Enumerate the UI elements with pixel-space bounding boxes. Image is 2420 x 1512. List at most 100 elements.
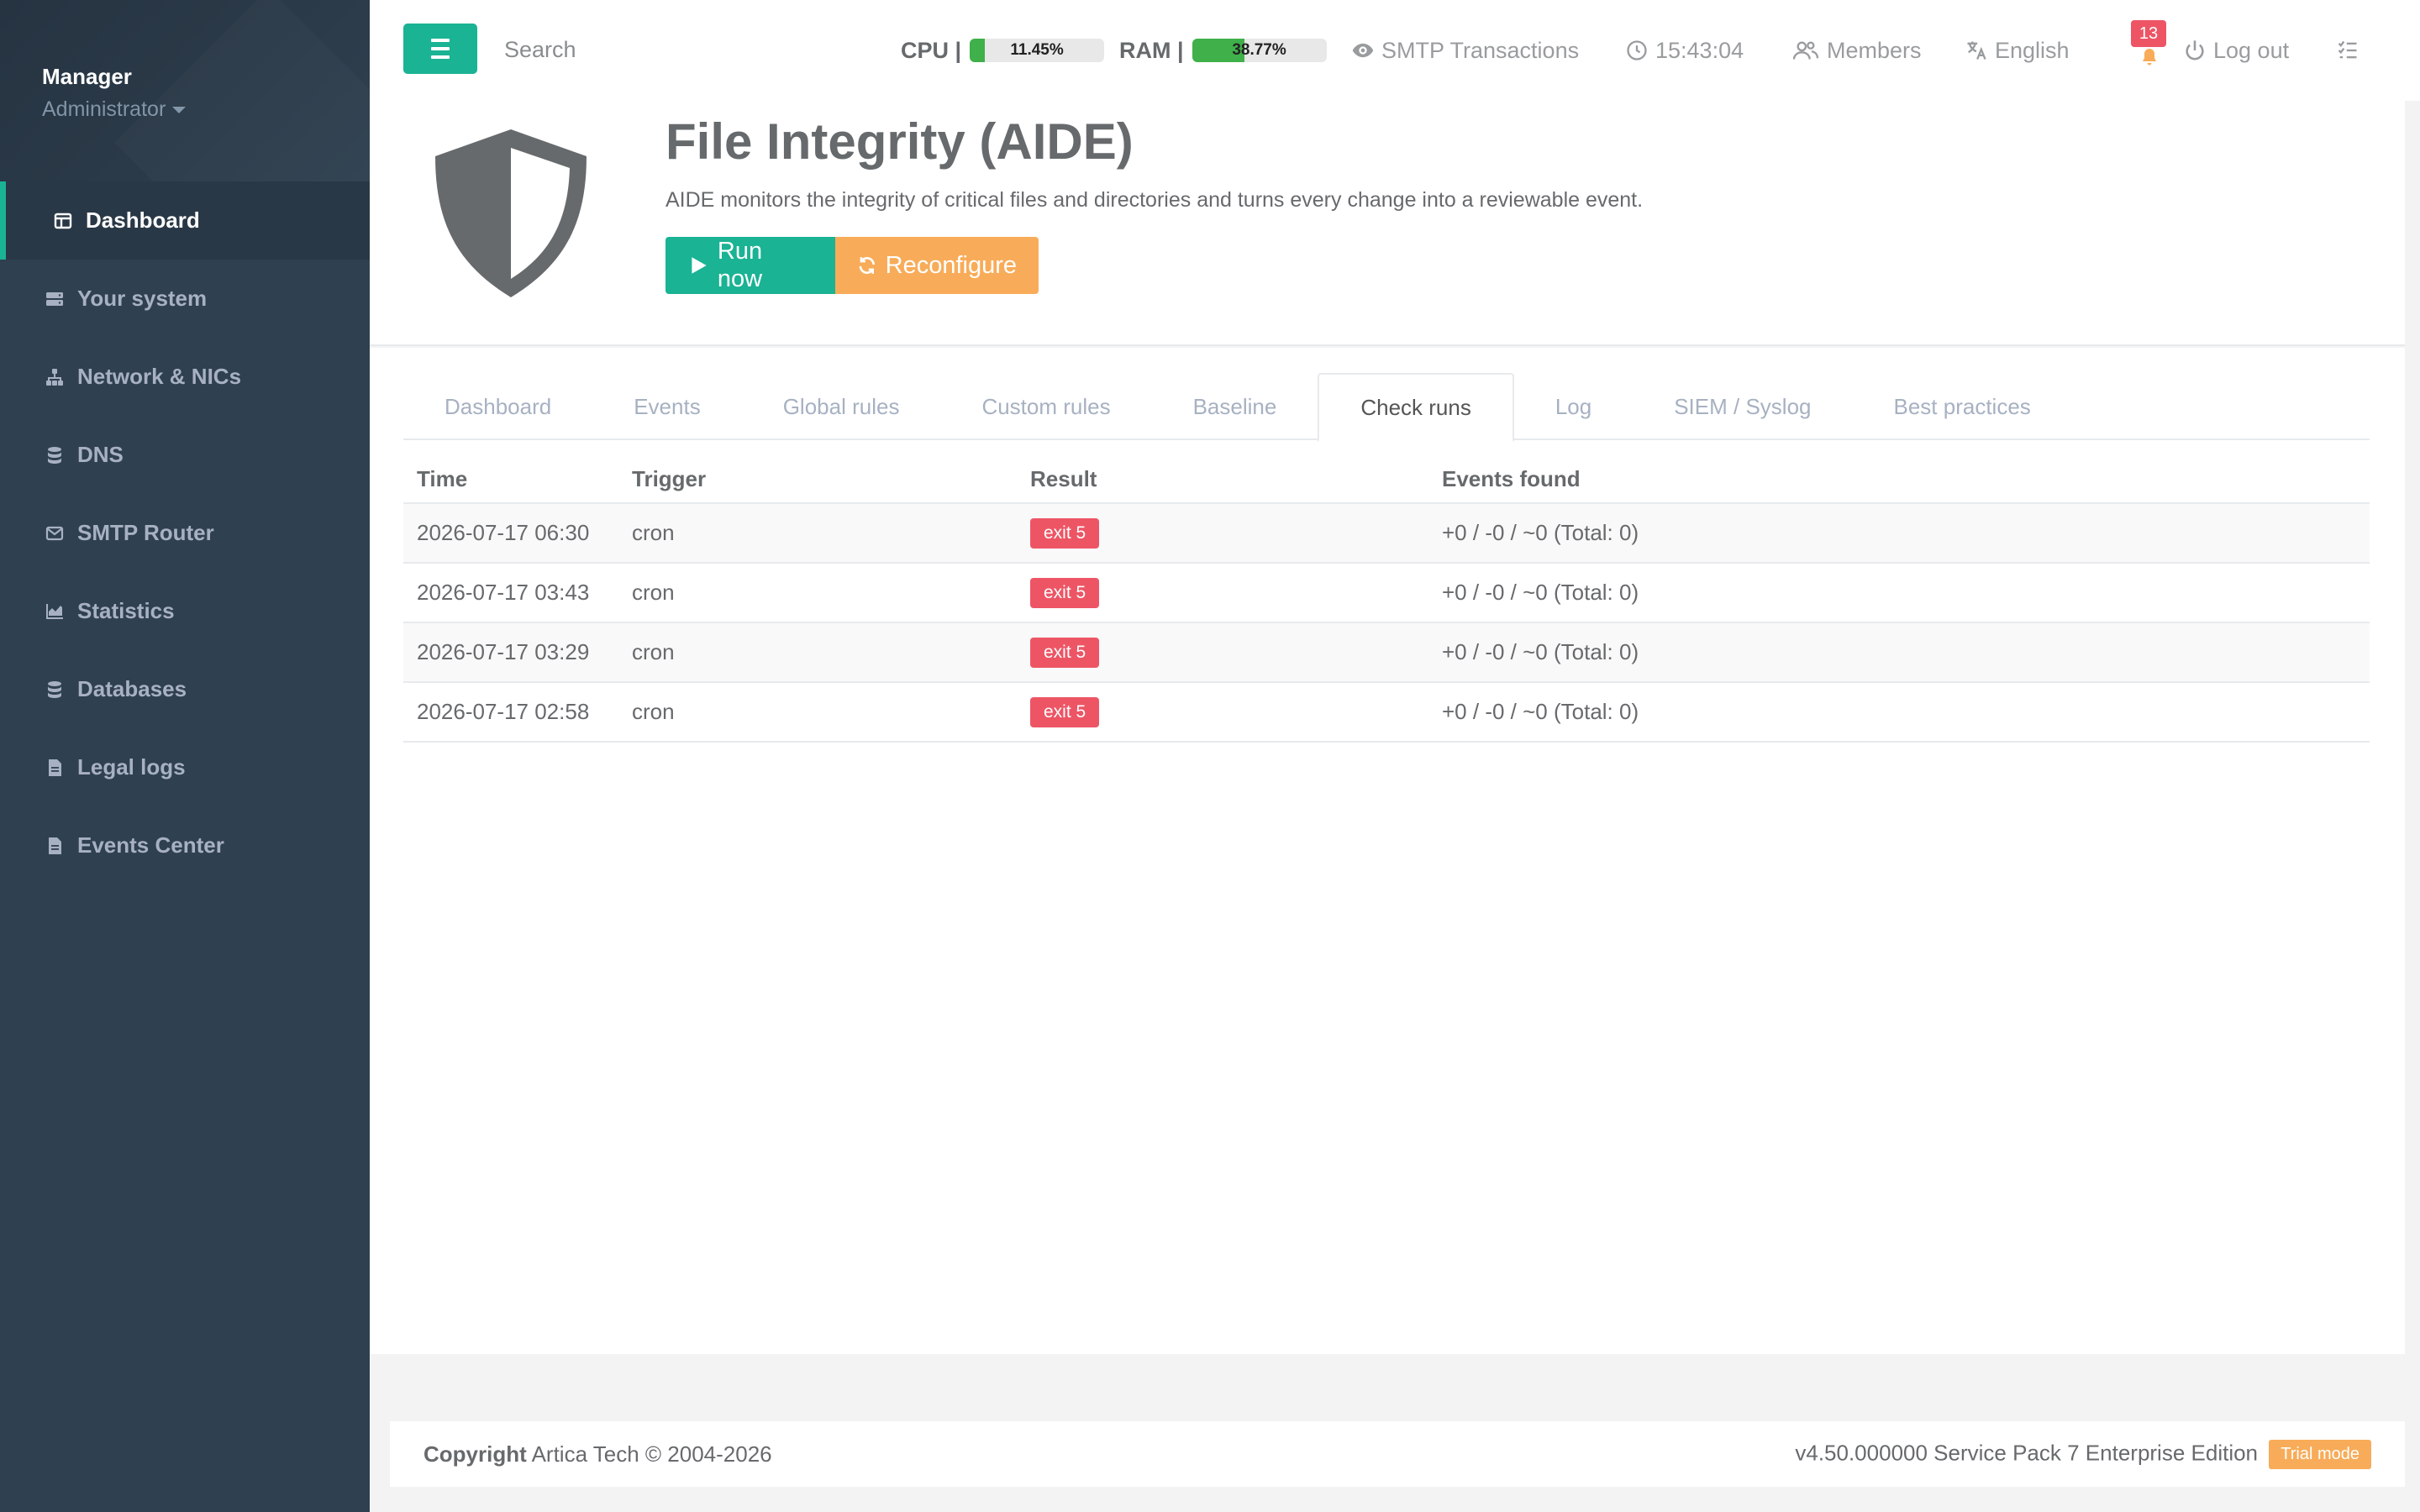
tasks-button[interactable] [2336, 34, 2366, 67]
search-input[interactable] [504, 29, 756, 71]
cpu-progress-bar: 11.45% [970, 39, 1105, 62]
run-now-label: Run now [717, 238, 763, 292]
smtp-transactions-link[interactable]: SMTP Transactions [1351, 34, 1579, 67]
column-header-time[interactable]: Time [403, 466, 618, 492]
page-header: File Integrity (AIDE) AIDE monitors the … [370, 101, 2405, 346]
cpu-label: CPU | [901, 37, 962, 63]
chart-icon [44, 601, 66, 622]
check-runs-table: Time Trigger Result Events found 2026-07… [403, 455, 2370, 743]
page-title: File Integrity (AIDE) [666, 113, 1134, 170]
sidebar-item-dns[interactable]: DNS [0, 416, 370, 494]
cell-result: exit 5 [1017, 517, 1428, 549]
users-icon [1792, 41, 1819, 60]
page-description: AIDE monitors the integrity of critical … [666, 188, 1644, 212]
run-now-button[interactable]: Run now [666, 237, 835, 294]
notifications-button[interactable]: 13 [2123, 20, 2173, 71]
sidebar-item-your-system[interactable]: Your system [0, 260, 370, 338]
version-text: v4.50.000000 Service Pack 7 Enterprise E… [1795, 1439, 2259, 1465]
cell-trigger: cron [632, 520, 675, 545]
checklist-icon [2338, 40, 2357, 59]
table-row[interactable]: 2026-07-17 03:43 cron exit 5 +0 / -0 / ~… [403, 564, 2370, 623]
tab-best-practices[interactable]: Best practices [1853, 373, 2072, 440]
result-badge: exit 5 [1030, 637, 1100, 668]
table-row[interactable]: 2026-07-17 02:58 cron exit 5 +0 / -0 / ~… [403, 683, 2370, 743]
cell-result: exit 5 [1017, 577, 1428, 608]
column-header-events-found[interactable]: Events found [1428, 466, 2370, 492]
sidebar-item-label: Databases [77, 676, 187, 701]
ram-value: 38.77% [1232, 41, 1286, 59]
cell-trigger: cron [632, 639, 675, 664]
copyright-text: Artica Tech © 2004-2026 [531, 1441, 772, 1467]
ram-progress-bar: 38.77% [1192, 39, 1327, 62]
cell-time: 2026-07-17 02:58 [417, 699, 590, 724]
tab-check-runs[interactable]: Check runs [1318, 373, 1514, 442]
tab-events[interactable]: Events [592, 373, 742, 440]
sidebar-item-events-center[interactable]: Events Center [0, 806, 370, 885]
column-header-trigger[interactable]: Trigger [618, 466, 1017, 492]
tab-baseline[interactable]: Baseline [1152, 373, 1318, 440]
profile-role-label: Administrator [42, 97, 166, 121]
cell-events-found: +0 / -0 / ~0 (Total: 0) [1442, 580, 1639, 605]
logout-label: Log out [2213, 37, 2290, 63]
sidebar-item-statistics[interactable]: Statistics [0, 572, 370, 650]
bell-icon [2143, 49, 2156, 66]
tab-custom-rules[interactable]: Custom rules [940, 373, 1151, 440]
cell-events-found: +0 / -0 / ~0 (Total: 0) [1442, 699, 1639, 724]
top-navbar: CPU | 11.45% RAM | 38.77% SMTP Transacti… [370, 0, 2420, 101]
sidebar-item-label: Dashboard [86, 207, 200, 233]
cpu-meter: CPU | 11.45% [901, 34, 1105, 67]
sidebar-item-legal-logs[interactable]: Legal logs [0, 728, 370, 806]
tab-dashboard[interactable]: Dashboard [403, 373, 592, 440]
language-selector[interactable]: English [1965, 34, 2070, 67]
sidebar-item-network[interactable]: Network & NICs [0, 338, 370, 416]
menu-toggle-button[interactable] [403, 24, 477, 74]
sidebar: Manager Administrator Dashboard Your sys… [0, 0, 370, 1512]
sidebar-item-smtp-router[interactable]: SMTP Router [0, 494, 370, 572]
version-info: v4.50.000000 Service Pack 7 Enterprise E… [1795, 1439, 2371, 1469]
column-header-result[interactable]: Result [1017, 466, 1428, 492]
cell-result: exit 5 [1017, 637, 1428, 668]
result-badge: exit 5 [1030, 577, 1100, 608]
language-label: English [1995, 37, 2070, 63]
eye-icon [1352, 43, 1374, 58]
tab-global-rules[interactable]: Global rules [742, 373, 941, 440]
cpu-value: 11.45% [1010, 41, 1064, 59]
cell-trigger: cron [632, 580, 675, 605]
cell-time: 2026-07-17 03:43 [417, 580, 590, 605]
main-content: Dashboard Events Global rules Custom rul… [370, 348, 2405, 1354]
database-icon [44, 679, 66, 701]
database-icon [44, 444, 66, 466]
tab-siem-syslog[interactable]: SIEM / Syslog [1633, 373, 1852, 440]
reconfigure-button[interactable]: Reconfigure [835, 237, 1039, 294]
tab-bar: Dashboard Events Global rules Custom rul… [403, 373, 2370, 442]
table-row[interactable]: 2026-07-17 03:29 cron exit 5 +0 / -0 / ~… [403, 623, 2370, 683]
power-icon [2186, 40, 2204, 60]
shield-icon [435, 129, 587, 297]
smtp-transactions-label: SMTP Transactions [1381, 37, 1580, 63]
file-icon [44, 757, 66, 779]
profile-role-dropdown[interactable]: Administrator [42, 97, 187, 122]
table-header: Time Trigger Result Events found [403, 455, 2370, 504]
sidebar-item-databases[interactable]: Databases [0, 650, 370, 728]
caret-down-icon [172, 107, 187, 114]
reconfigure-label: Reconfigure [885, 251, 1017, 279]
cell-time: 2026-07-17 03:29 [417, 639, 590, 664]
cell-result: exit 5 [1017, 696, 1428, 727]
envelope-icon [44, 522, 66, 544]
file-icon [44, 835, 66, 857]
cell-trigger: cron [632, 699, 675, 724]
dashboard-icon [52, 210, 74, 232]
cell-events-found: +0 / -0 / ~0 (Total: 0) [1442, 639, 1639, 664]
copyright: Copyright Artica Tech © 2004-2026 [424, 1441, 772, 1467]
ram-meter: RAM | 38.77% [1119, 34, 1327, 67]
sidebar-item-label: Statistics [77, 598, 175, 623]
tab-log[interactable]: Log [1514, 373, 1633, 440]
cell-time: 2026-07-17 06:30 [417, 520, 590, 545]
server-icon [44, 288, 66, 310]
clock-time: 15:43:04 [1655, 37, 1744, 63]
table-row[interactable]: 2026-07-17 06:30 cron exit 5 +0 / -0 / ~… [403, 504, 2370, 564]
sidebar-item-dashboard[interactable]: Dashboard [0, 181, 370, 260]
play-icon [692, 257, 707, 274]
logout-link[interactable]: Log out [2183, 34, 2289, 67]
members-link[interactable]: Members [1791, 34, 1922, 67]
